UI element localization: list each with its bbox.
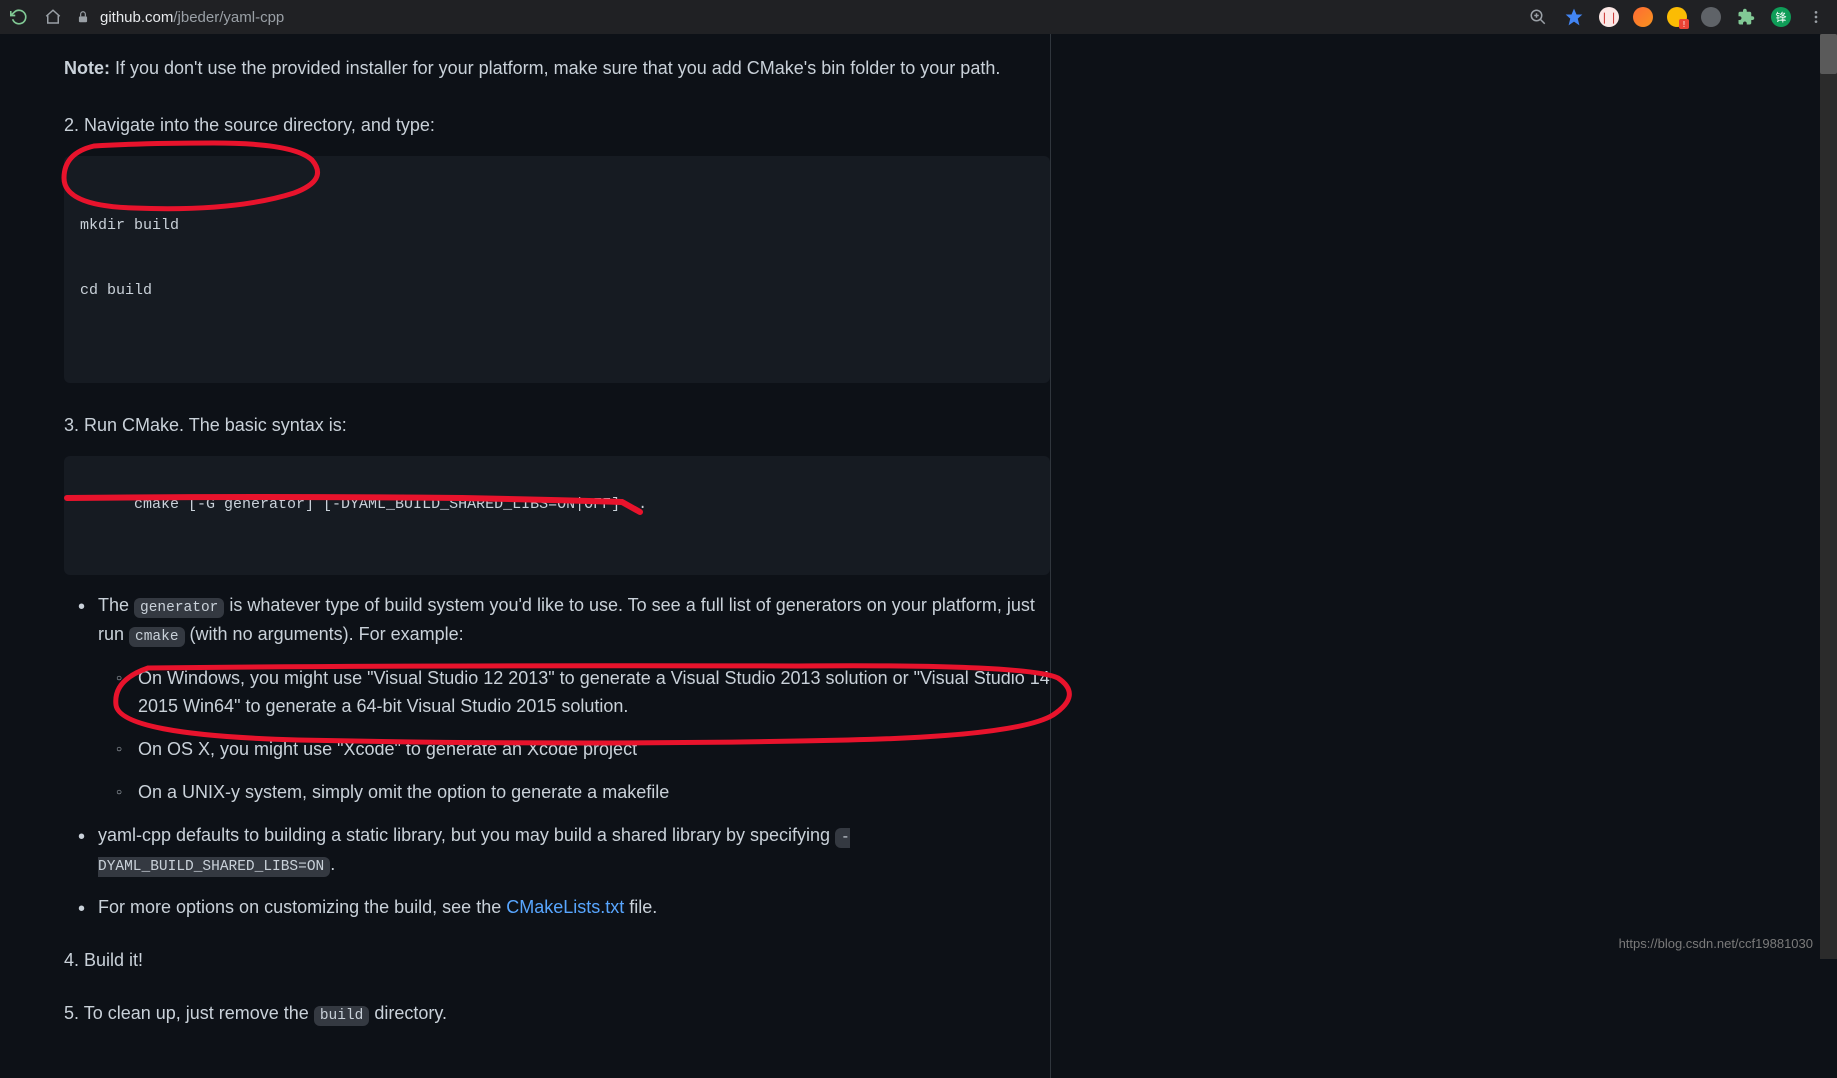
address-bar[interactable]: github.com/jbeder/yaml-cpp xyxy=(76,9,284,26)
lock-icon xyxy=(76,10,90,24)
extension-icon-4[interactable] xyxy=(1701,7,1721,27)
reload-icon[interactable] xyxy=(8,6,30,28)
step-3: 3. Run CMake. The basic syntax is: xyxy=(64,411,1050,440)
chrome-menu-icon[interactable] xyxy=(1805,6,1827,28)
sidebar-area xyxy=(1050,34,1837,1078)
inline-code-build: build xyxy=(314,1006,370,1026)
note-paragraph: Note: If you don't use the provided inst… xyxy=(64,54,1050,83)
inline-code-generator: generator xyxy=(134,598,224,618)
hand-annotation-circle-1 xyxy=(54,138,344,218)
step-4: 4. Build it! xyxy=(64,946,1050,975)
bullet-shared-libs: yaml-cpp defaults to building a static l… xyxy=(64,821,1050,879)
browser-toolbar: github.com/jbeder/yaml-cpp ❘❘ ! 锋 xyxy=(0,0,1837,34)
step-5: 5. To clean up, just remove the build di… xyxy=(64,999,1050,1028)
code-block-mkdir[interactable]: mkdir build cd build xyxy=(64,156,1050,384)
home-icon[interactable] xyxy=(42,6,64,28)
extension-icon-1[interactable]: ❘❘ xyxy=(1599,7,1619,27)
cmakelists-link[interactable]: CMakeLists.txt xyxy=(506,897,624,917)
sub-bullet-unix: On a UNIX-y system, simply omit the opti… xyxy=(98,778,1050,807)
profile-avatar-icon[interactable]: 锋 xyxy=(1771,7,1791,27)
bookmark-star-icon[interactable] xyxy=(1563,6,1585,28)
url-text: github.com/jbeder/yaml-cpp xyxy=(100,9,284,26)
readme-content: Note: If you don't use the provided inst… xyxy=(0,34,1050,1078)
note-label: Note: xyxy=(64,58,110,78)
zoom-icon[interactable] xyxy=(1527,6,1549,28)
code-block-cmake[interactable]: cmake [-G generator] [-DYAML_BUILD_SHARE… xyxy=(64,456,1050,575)
extensions-puzzle-icon[interactable] xyxy=(1735,6,1757,28)
bullet-generator: The generator is whatever type of build … xyxy=(64,591,1050,807)
sub-bullet-osx: On OS X, you might use "Xcode" to genera… xyxy=(98,735,1050,764)
scrollbar[interactable] xyxy=(1820,34,1837,959)
scrollbar-thumb[interactable] xyxy=(1820,34,1837,74)
sub-bullet-windows: On Windows, you might use "Visual Studio… xyxy=(98,664,1050,722)
bullet-cmakelists: For more options on customizing the buil… xyxy=(64,893,1050,922)
watermark-text: https://blog.csdn.net/ccf19881030 xyxy=(1619,936,1813,951)
extension-icon-2[interactable] xyxy=(1633,7,1653,27)
step-2: 2. Navigate into the source directory, a… xyxy=(64,111,1050,140)
extension-icon-3[interactable]: ! xyxy=(1667,7,1687,27)
inline-code-cmake: cmake xyxy=(129,627,185,647)
